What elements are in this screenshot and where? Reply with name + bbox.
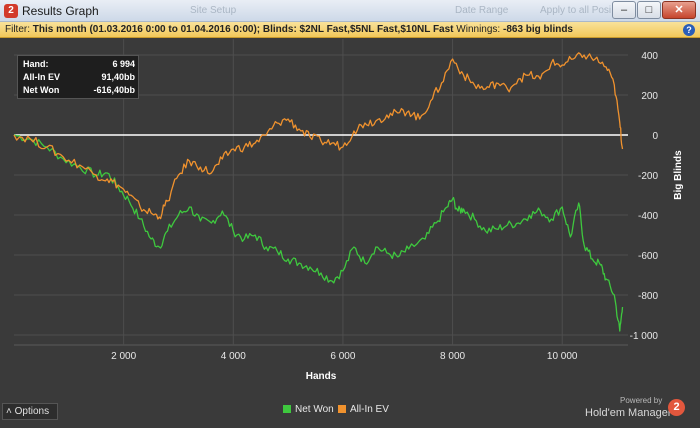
background-tab-date-range: Date Range [455, 5, 509, 16]
y-tick-label: -400 [638, 211, 658, 222]
stats-box: Hand: 6 994 All-In EV 91,40bb Net Won -6… [17, 55, 139, 99]
net-won-value: -616,40bb [93, 85, 135, 95]
close-button[interactable]: ✕ [662, 1, 696, 19]
series-line-net-won [13, 134, 624, 332]
results-graph-window: 2 Results Graph Site Setup Date Range Ap… [0, 0, 700, 423]
winnings-value: -863 big blinds [502, 24, 573, 35]
x-tick-label: 2 000 [111, 351, 136, 362]
filter-text: This month (01.03.2016 0:00 to 01.04.201… [32, 24, 454, 35]
stats-row-net-won: Net Won -616,40bb [23, 85, 135, 97]
chevron-up-icon: ˄ [6, 406, 12, 417]
y-tick-label: -800 [638, 291, 658, 302]
hand-label: Hand: [23, 59, 49, 69]
x-tick-label: 8 000 [440, 351, 465, 362]
x-tick-label: 6 000 [330, 351, 355, 362]
title-bar[interactable]: 2 Results Graph Site Setup Date Range Ap… [0, 0, 700, 22]
hand-value: 6 994 [112, 59, 135, 69]
stats-row-hand: Hand: 6 994 [23, 59, 135, 71]
y-tick-label: 400 [641, 51, 658, 62]
net-won-label: Net Won [23, 85, 60, 95]
minimize-button[interactable]: – [612, 1, 636, 19]
chart-axes: 2 000 4 000 6 000 8 000 10 000 400 200 0 -200 -40… [111, 51, 684, 382]
filter-prefix: Filter: [5, 24, 30, 35]
x-tick-label: 4 000 [221, 351, 246, 362]
close-icon: ✕ [674, 4, 684, 16]
y-tick-label: -1 000 [630, 331, 659, 342]
options-button[interactable]: ˄ Options [2, 403, 58, 420]
hem-logo-icon: 2 [668, 399, 685, 416]
legend-net-won[interactable]: Net Won [283, 404, 334, 415]
maximize-button[interactable]: □ [637, 1, 661, 19]
winnings-label: Winnings: [456, 24, 501, 35]
net-won-swatch [283, 405, 291, 413]
y-tick-label: -200 [638, 171, 658, 182]
allin-ev-value: 91,40bb [101, 72, 135, 82]
y-axis-title: Big Blinds [673, 150, 684, 200]
allin-ev-swatch [338, 405, 346, 413]
app-icon: 2 [4, 4, 18, 18]
y-tick-label: 0 [652, 131, 658, 142]
allin-ev-label: All-In EV [23, 72, 61, 82]
legend-net-won-label: Net Won [295, 404, 334, 415]
help-icon[interactable]: ? [683, 24, 695, 36]
legend-allin-ev[interactable]: All-In EV [338, 404, 389, 415]
options-label: Options [14, 406, 50, 417]
background-tab-apply: Apply to all Posi [540, 5, 612, 16]
maximize-icon: □ [645, 4, 653, 16]
window-title: Results Graph [22, 4, 99, 18]
minimize-icon: – [620, 4, 628, 16]
brand-name: Hold'em Manager [585, 407, 672, 419]
background-tab-site-setup: Site Setup [190, 5, 237, 16]
y-tick-label: -600 [638, 251, 658, 262]
stats-row-allin-ev: All-In EV 91,40bb [23, 72, 135, 84]
legend-allin-ev-label: All-In EV [350, 404, 389, 415]
x-tick-label: 10 000 [547, 351, 578, 362]
y-tick-label: 200 [641, 91, 658, 102]
filter-bar: Filter: This month (01.03.2016 0:00 to 0… [0, 22, 700, 38]
powered-by-text: Powered by [620, 396, 663, 405]
x-axis-title: Hands [306, 371, 337, 382]
